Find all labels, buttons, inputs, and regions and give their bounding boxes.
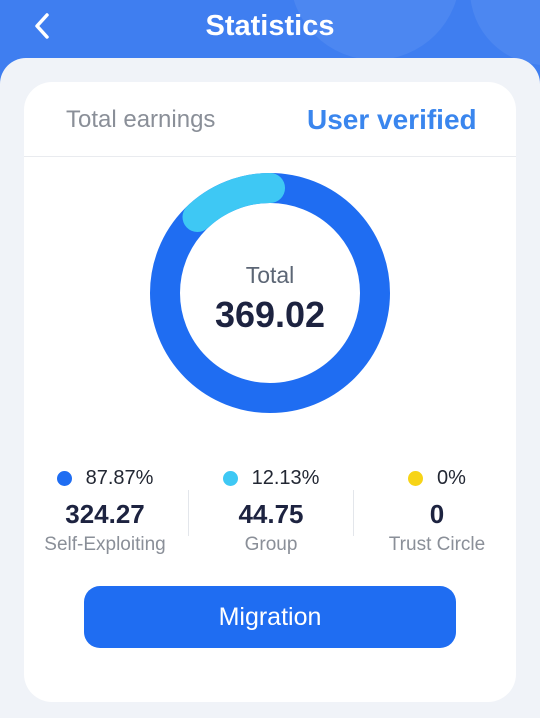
legend-dot	[408, 470, 424, 486]
category-label: Self-Exploiting	[44, 534, 166, 555]
percent-label: 12.13%	[251, 466, 320, 489]
percent-label: 87.87%	[85, 466, 154, 489]
percent-label: 0%	[437, 466, 466, 489]
tab-user-verified[interactable]: User verified	[307, 100, 477, 140]
stat-self-exploiting: 87.87% 324.27 Self-Exploiting	[22, 464, 188, 557]
page-title: Statistics	[205, 10, 335, 42]
tab-divider	[24, 156, 516, 157]
donut-chart	[150, 173, 390, 413]
legend-dot	[56, 470, 72, 486]
amount-value: 44.75	[238, 499, 304, 529]
category-label: Trust Circle	[388, 534, 486, 555]
category-label: Group	[244, 534, 298, 555]
tab-total-earnings[interactable]: Total earnings	[66, 100, 215, 140]
stat-group: 12.13% 44.75 Group	[188, 464, 354, 557]
amount-value: 0	[429, 499, 445, 529]
migration-button[interactable]: Migration	[84, 586, 456, 648]
total-value: 369.02	[214, 294, 326, 335]
stat-trust-circle: 0% 0 Trust Circle	[354, 464, 520, 557]
total-label: Total	[245, 262, 295, 288]
legend-dot	[222, 470, 238, 486]
amount-value: 324.27	[65, 499, 145, 529]
